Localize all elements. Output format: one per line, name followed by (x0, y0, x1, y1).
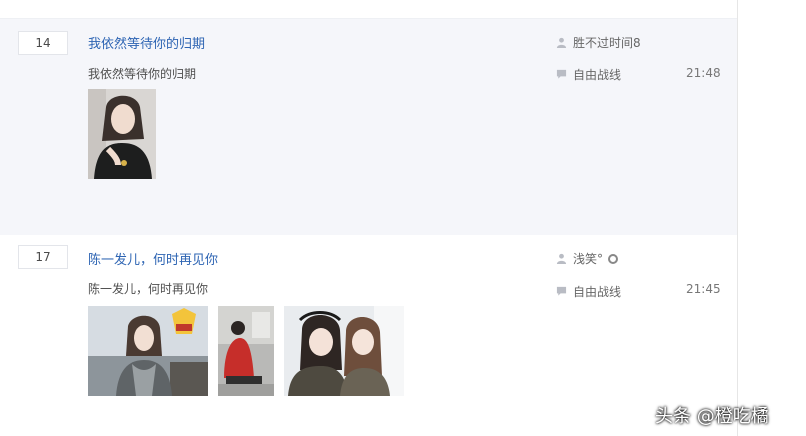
thread-title-link[interactable]: 我依然等待你的归期 (88, 33, 205, 52)
thread-image[interactable] (218, 306, 274, 396)
thread-author[interactable]: 浅笑° (556, 250, 619, 267)
last-reply-user[interactable]: 自由战线 (556, 66, 621, 83)
user-icon (556, 37, 567, 48)
author-name[interactable]: 浅笑° (573, 250, 603, 267)
thread-list: 14 我依然等待你的归期 我依然等待你的归期 胜不过时间8 自由战线 21:48 (0, 0, 737, 436)
woman-portrait-image (88, 89, 156, 179)
thread-image[interactable] (284, 306, 404, 396)
content-border (737, 0, 738, 436)
last-reply-user-name[interactable]: 自由战线 (573, 66, 621, 83)
two-girls-selfie-image (284, 306, 404, 396)
thread-author[interactable]: 胜不过时间8 (556, 34, 641, 51)
comment-icon (556, 286, 567, 296)
thread-abstract: 陈一发儿，何时再见你 (88, 282, 209, 296)
last-reply-user[interactable]: 自由战线 (556, 283, 621, 300)
last-reply-time: 21:48 (686, 66, 721, 80)
watermark-text: 头条 @橙吃橘 (655, 406, 769, 427)
last-reply-time: 21:45 (686, 282, 721, 296)
user-icon (556, 253, 567, 264)
previous-thread-tail (0, 0, 737, 18)
circle-badge-icon (608, 253, 619, 264)
last-reply-user-name[interactable]: 自由战线 (573, 283, 621, 300)
comment-icon (556, 69, 567, 79)
reply-count-badge: 17 (18, 245, 68, 269)
author-name[interactable]: 胜不过时间8 (573, 34, 641, 51)
reply-count-badge: 14 (18, 31, 68, 55)
thread-item[interactable]: 17 陈一发儿，何时再见你 陈一发儿，何时再见你 浅笑° 自由战线 21:45 (0, 235, 737, 436)
thread-image[interactable] (88, 306, 208, 396)
thread-item[interactable]: 14 我依然等待你的归期 我依然等待你的归期 胜不过时间8 自由战线 21:48 (0, 18, 737, 236)
thread-title-link[interactable]: 陈一发儿，何时再见你 (88, 249, 218, 268)
woman-red-coat-image (218, 306, 274, 396)
woman-by-sea-image (88, 306, 208, 396)
thread-image[interactable] (88, 89, 156, 179)
thread-abstract: 我依然等待你的归期 (88, 67, 197, 81)
